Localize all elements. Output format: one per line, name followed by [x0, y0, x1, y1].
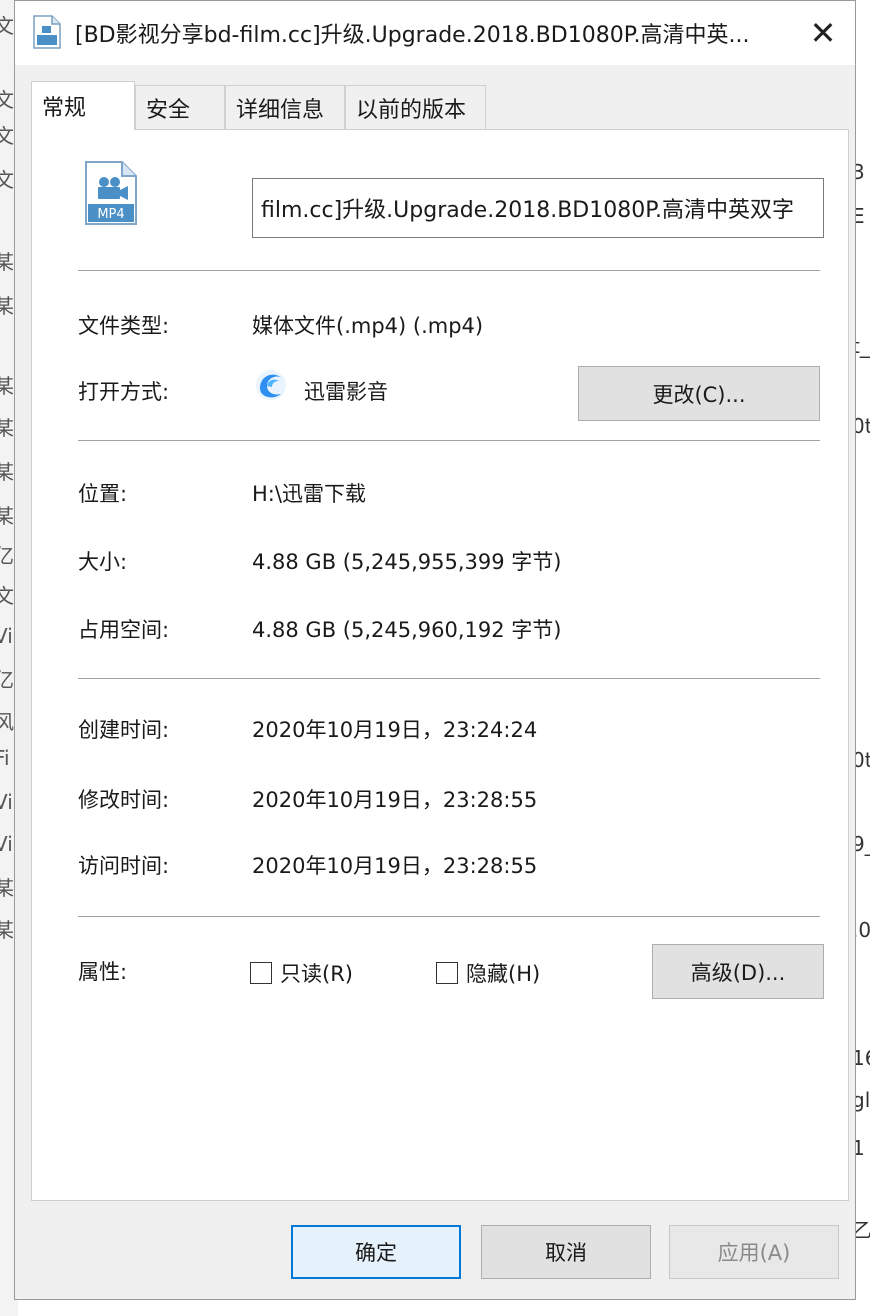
bg-fragment: 亿	[0, 544, 14, 568]
bg-fragment: 文	[0, 168, 14, 192]
close-button[interactable]: ✕	[797, 7, 849, 59]
mp4-icon-label: MP4	[97, 207, 124, 222]
bg-fragment: 0t	[856, 748, 870, 772]
accessed-value: 2020年10月19日，23:28:55	[252, 854, 538, 878]
mp4-file-icon: MP4	[85, 161, 137, 225]
hidden-label: 隐藏(H)	[466, 962, 541, 986]
title-bar[interactable]: [BD影视分享bd-film.cc]升级.Upgrade.2018.BD1080…	[15, 1, 855, 65]
bg-fragment: gl	[856, 1088, 870, 1112]
file-name-field[interactable]	[252, 178, 824, 238]
cancel-button[interactable]: 取消	[481, 1225, 651, 1279]
file-type-value: 媒体文件(.mp4) (.mp4)	[252, 314, 484, 338]
tab-security[interactable]: 安全	[135, 85, 225, 129]
divider	[78, 678, 820, 679]
bg-fragment: t_	[856, 334, 870, 358]
bg-fragment: .0	[856, 918, 870, 942]
window-title: [BD影视分享bd-film.cc]升级.Upgrade.2018.BD1080…	[75, 23, 750, 48]
bg-fragment: E	[856, 204, 865, 228]
change-button[interactable]: 更改(C)...	[578, 366, 820, 421]
bg-fragment: 某	[0, 460, 14, 484]
properties-dialog: [BD影视分享bd-film.cc]升级.Upgrade.2018.BD1080…	[14, 0, 856, 1300]
modified-value: 2020年10月19日，23:28:55	[252, 788, 538, 812]
advanced-button[interactable]: 高级(D)...	[652, 944, 824, 999]
disk-size-value: 4.88 GB (5,245,960,192 字节)	[252, 618, 562, 642]
xunlei-player-icon	[256, 370, 286, 400]
readonly-checkbox[interactable]: 只读(R)	[250, 958, 353, 988]
checkbox-box[interactable]	[250, 962, 272, 984]
tab-previous-versions[interactable]: 以前的版本	[345, 85, 486, 129]
bg-fragment: 某	[0, 504, 14, 528]
bg-fragment: 1	[856, 1136, 865, 1160]
size-label: 大小:	[78, 550, 128, 574]
ok-button[interactable]: 确定	[291, 1225, 461, 1279]
accessed-label: 访问时间:	[78, 854, 170, 878]
disk-size-label: 占用空间:	[78, 618, 170, 642]
open-with-value: 迅雷影音	[304, 380, 388, 404]
open-with-label: 打开方式:	[78, 380, 170, 404]
bg-fragment: 乙	[856, 1218, 870, 1242]
file-icon	[33, 15, 61, 49]
bg-fragment: 某	[0, 416, 14, 440]
size-value: 4.88 GB (5,245,955,399 字节)	[252, 550, 562, 574]
bg-fragment: 某	[0, 294, 14, 318]
bg-fragment: 某	[0, 876, 14, 900]
bg-fragment: 16	[856, 1046, 870, 1070]
location-label: 位置:	[78, 482, 128, 506]
tab-general[interactable]: 常规	[31, 81, 135, 130]
bg-fragment: 某	[0, 374, 14, 398]
bg-fragment: Vi	[0, 624, 13, 648]
file-type-label: 文件类型:	[78, 314, 170, 338]
bg-fragment: 文	[0, 124, 14, 148]
close-icon: ✕	[809, 14, 837, 52]
bg-fragment: 亿	[0, 668, 14, 692]
created-label: 创建时间:	[78, 718, 170, 742]
bg-fragment: 3	[856, 160, 865, 184]
bg-fragment: 文	[0, 14, 14, 38]
tab-details[interactable]: 详细信息	[225, 85, 345, 129]
created-value: 2020年10月19日，23:24:24	[252, 718, 538, 742]
bg-fragment: 文	[0, 88, 14, 112]
divider	[78, 916, 820, 917]
bg-fragment: Vi	[0, 790, 13, 814]
checkbox-box[interactable]	[436, 962, 458, 984]
bg-fragment: 0t	[856, 414, 870, 438]
modified-label: 修改时间:	[78, 788, 170, 812]
bg-fragment: 风	[0, 710, 14, 734]
attributes-label: 属性:	[78, 960, 128, 984]
background-window-right: 3 E t_ 0t 0t 9_ .0 16 gl 1 乙	[856, 0, 870, 1316]
divider	[78, 440, 820, 441]
readonly-label: 只读(R)	[280, 962, 353, 986]
location-value: H:\迅雷下载	[252, 482, 366, 506]
general-panel: MP4 文件类型: 媒体文件(.mp4) (.mp4) 打开方式: 迅雷影音 更…	[31, 129, 849, 1201]
hidden-checkbox[interactable]: 隐藏(H)	[436, 958, 540, 988]
bg-fragment: Fi	[0, 746, 10, 770]
divider	[78, 270, 820, 271]
apply-button[interactable]: 应用(A)	[669, 1225, 839, 1279]
bg-fragment: 某	[0, 918, 14, 942]
bg-fragment: 9_	[856, 832, 870, 856]
bg-fragment: Vi	[0, 832, 13, 856]
bg-fragment: 某	[0, 250, 14, 274]
bg-fragment: 文	[0, 584, 14, 608]
